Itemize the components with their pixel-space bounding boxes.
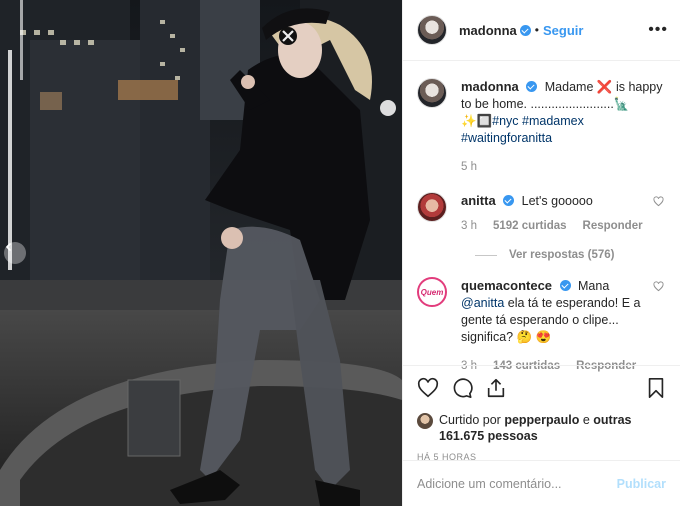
- verified-badge-icon: [519, 24, 531, 36]
- like-comment-heart-icon[interactable]: [653, 196, 664, 207]
- verified-badge-icon: [526, 81, 538, 92]
- comment-input[interactable]: [417, 476, 617, 491]
- liked-by-label: Curtido por: [439, 413, 501, 427]
- reply-button[interactable]: Responder: [583, 218, 643, 235]
- photo-prev-button[interactable]: [4, 242, 26, 264]
- chevron-left-icon: [5, 242, 12, 252]
- author-username[interactable]: madonna: [459, 23, 517, 38]
- comment-username[interactable]: quemacontece: [461, 278, 552, 293]
- liker-avatar[interactable]: [417, 413, 433, 429]
- hashtag-madamex[interactable]: #madamex: [522, 114, 584, 128]
- comment-bubble-icon[interactable]: [451, 377, 473, 399]
- verified-badge-icon: [503, 195, 515, 206]
- bookmark-icon[interactable]: [646, 377, 666, 399]
- comments-list[interactable]: madonna Madame ❌ is happy to be home. ..…: [403, 62, 680, 372]
- comment-text: Let's gooooo: [521, 194, 593, 208]
- view-replies-button[interactable]: Ver respostas (576): [475, 249, 666, 261]
- x-mark-icon: ❌: [596, 80, 613, 94]
- separator-dot: •: [534, 23, 539, 37]
- add-comment-bar: Publicar: [403, 460, 680, 506]
- comment-time[interactable]: 3 h: [461, 218, 477, 235]
- caption-avatar[interactable]: [417, 78, 447, 108]
- comment-quemacontece: Quem quemacontece Mana @anitta ela tá te…: [417, 277, 666, 375]
- quemacontece-avatar[interactable]: Quem: [417, 277, 447, 307]
- caption-text-before: Madame: [544, 80, 594, 94]
- liked-by-user[interactable]: pepperpaulo: [504, 413, 579, 427]
- share-icon[interactable]: [485, 377, 507, 399]
- post-actions: Curtido por pepperpaulo e outras 161.675…: [403, 365, 680, 462]
- like-heart-icon[interactable]: [417, 377, 439, 399]
- publish-button[interactable]: Publicar: [617, 477, 666, 491]
- hashtag-nyc[interactable]: #nyc: [492, 114, 518, 128]
- verified-badge-icon: [559, 280, 571, 291]
- author-avatar[interactable]: [417, 15, 447, 45]
- photo-illustration: [0, 0, 402, 506]
- anitta-avatar[interactable]: [417, 192, 447, 222]
- caption-time[interactable]: 5 h: [461, 159, 477, 176]
- post-photo[interactable]: [0, 0, 402, 506]
- view-replies-label: Ver respostas (576): [509, 249, 615, 261]
- comment-likes[interactable]: 5192 curtidas: [493, 218, 567, 235]
- likes-summary: Curtido por pepperpaulo e outras 161.675…: [417, 412, 666, 444]
- like-comment-heart-icon[interactable]: [653, 281, 664, 292]
- hashtag-waitingforanitta[interactable]: #waitingforanitta: [461, 131, 552, 145]
- more-options-icon[interactable]: •••: [648, 21, 668, 39]
- caption-username[interactable]: madonna: [461, 79, 519, 94]
- comment-username[interactable]: anitta: [461, 193, 496, 208]
- caption: madonna Madame ❌ is happy to be home. ..…: [417, 78, 666, 176]
- post-header: madonna • Seguir •••: [403, 0, 680, 61]
- comment-anitta: anitta Let's gooooo 3 h 5192 curtidas Re…: [417, 192, 666, 235]
- comment-text-pre: Mana: [578, 279, 610, 293]
- liked-and-label: e: [582, 413, 590, 427]
- mention-anitta[interactable]: @anitta: [461, 296, 504, 310]
- follow-button[interactable]: Seguir: [543, 23, 583, 38]
- post-details-panel: madonna • Seguir ••• madonna Madame ❌ is…: [402, 0, 680, 506]
